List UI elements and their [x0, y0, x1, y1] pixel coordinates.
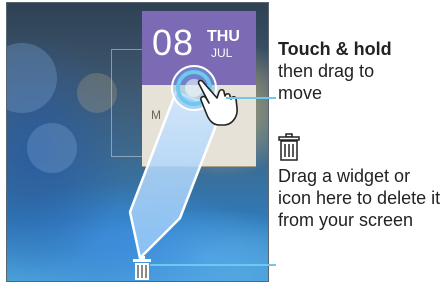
callout-touch-hold-title: Touch & hold [278, 39, 392, 59]
callout-drag-delete: Drag a widget or icon here to delete it … [278, 165, 446, 231]
callout-touch-hold-body: then drag to move [278, 61, 375, 103]
callout-drag-delete-body: Drag a widget or icon here to delete it … [278, 166, 441, 230]
callout-touch-hold: Touch & hold then drag to move [278, 38, 443, 104]
trash-can-icon [278, 133, 300, 161]
